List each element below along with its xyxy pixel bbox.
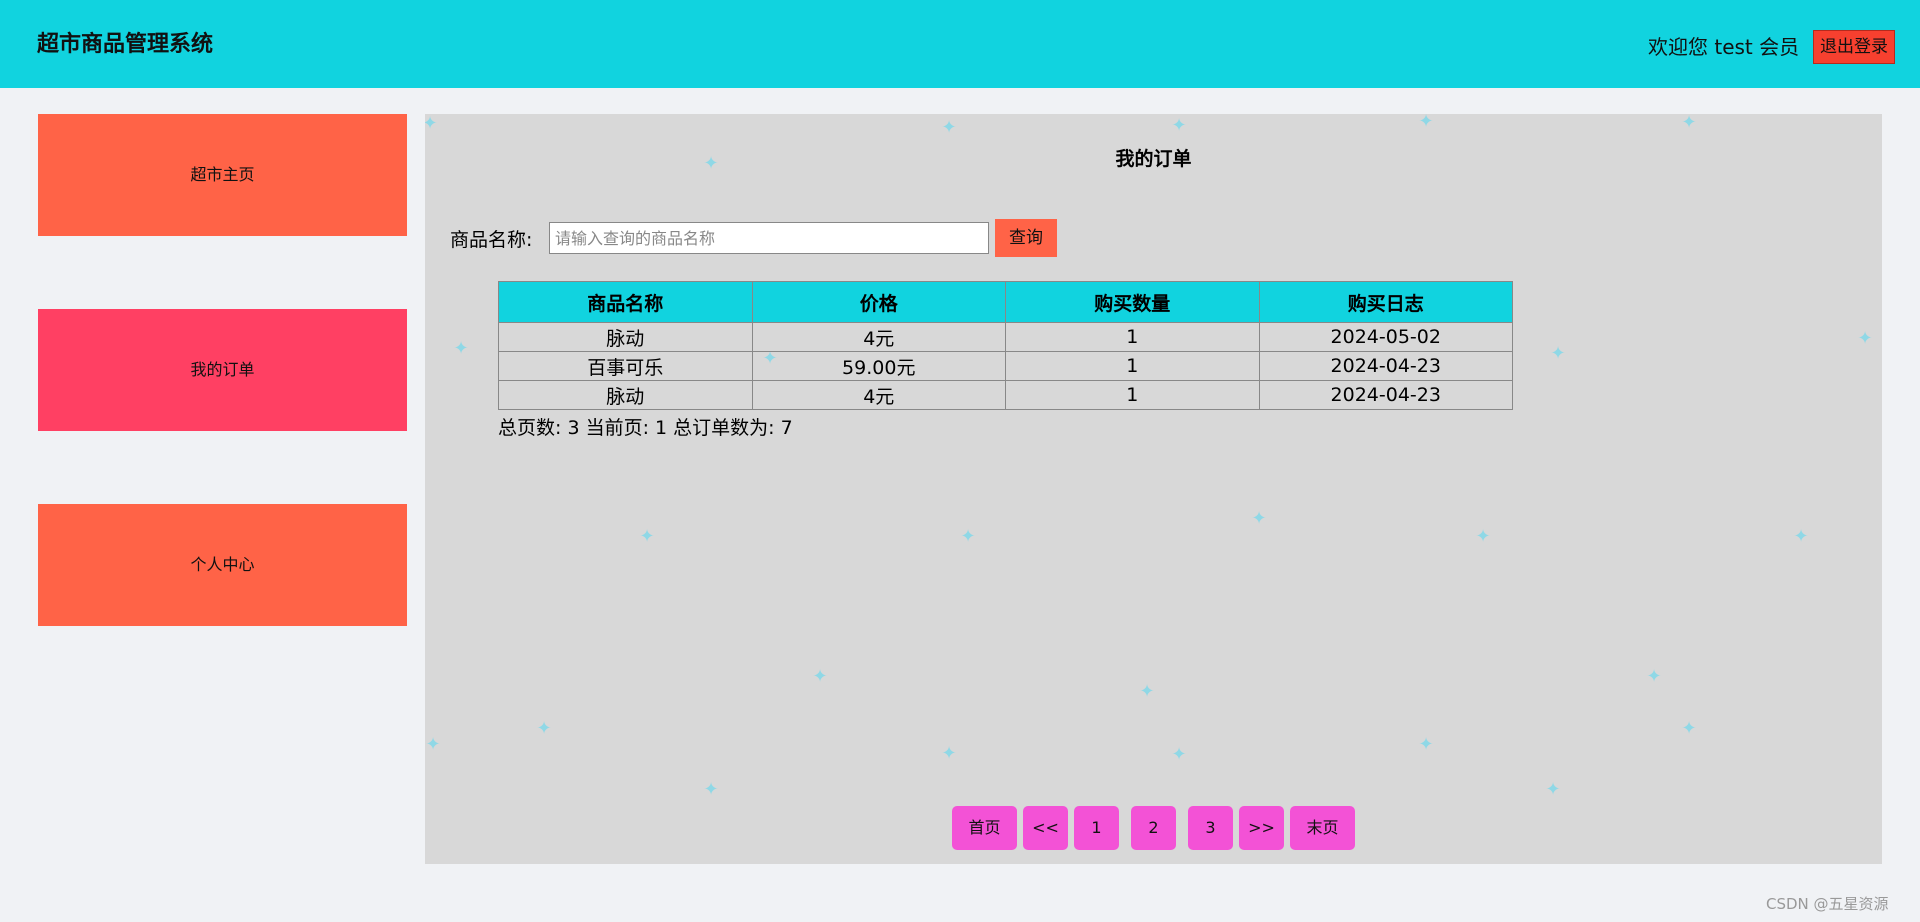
app-title: 超市商品管理系统 <box>37 32 214 57</box>
column-header: 商品名称 <box>498 281 753 323</box>
sparkle-icon: ✦ <box>536 718 552 739</box>
sidebar-item-home[interactable]: 超市主页 <box>38 114 407 236</box>
sparkle-icon: ✦ <box>812 666 828 687</box>
sparkle-icon: ✦ <box>1171 744 1187 765</box>
table-row: 百事可乐 59.00元 1 2024-04-23 <box>498 351 1513 381</box>
page-title: 我的订单 <box>1115 148 1192 170</box>
sparkle-icon: ✦ <box>941 743 957 764</box>
product-name-cell: 脉动 <box>498 380 753 410</box>
column-header: 购买日志 <box>1258 281 1513 323</box>
welcome-text: 欢迎您 test 会员 <box>1648 35 1800 59</box>
sparkle-icon: ✦ <box>639 526 655 547</box>
pagination-last-button[interactable]: 末页 <box>1290 806 1355 850</box>
pagination-page-1[interactable]: 1 <box>1074 806 1119 850</box>
watermark: CSDN @五星资源 <box>1766 895 1889 913</box>
orders-table: 商品名称 价格 购买数量 购买日志 脉动 4元 1 2024-05-02 百事可… <box>498 281 1513 410</box>
sparkle-icon: ✦ <box>703 779 719 800</box>
top-header: 超市商品管理系统 欢迎您 test 会员 退出登录 <box>0 0 1920 88</box>
price-cell: 4元 <box>751 380 1006 410</box>
main-content: ✦✦✦✦✦✦✦✦✦✦✦✦✦✦✦✦✦✦✦✦✦✦✦✦✦✦✦✦✦✦✦✦ 我的订单 商品… <box>425 114 1882 864</box>
sparkle-icon: ✦ <box>1251 508 1267 529</box>
pagination-summary: 总页数: 3 当前页: 1 总订单数为: 7 <box>498 417 793 439</box>
sparkle-icon: ✦ <box>1139 681 1155 702</box>
search-input[interactable] <box>549 222 989 254</box>
sidebar-item-profile[interactable]: 个人中心 <box>38 504 407 626</box>
quantity-cell: 1 <box>1005 351 1260 381</box>
sparkle-icon: ✦ <box>1545 779 1561 800</box>
product-name-cell: 脉动 <box>498 322 753 352</box>
sparkle-icon: ✦ <box>1550 343 1566 364</box>
column-header: 价格 <box>751 281 1006 323</box>
date-cell: 2024-05-02 <box>1258 322 1513 352</box>
pagination-first-button[interactable]: 首页 <box>952 806 1017 850</box>
table-row: 脉动 4元 1 2024-05-02 <box>498 322 1513 352</box>
date-cell: 2024-04-23 <box>1258 380 1513 410</box>
sparkle-icon: ✦ <box>1681 718 1697 739</box>
search-button[interactable]: 查询 <box>995 219 1057 257</box>
sparkle-icon: ✦ <box>1793 526 1809 547</box>
price-cell: 4元 <box>751 322 1006 352</box>
quantity-cell: 1 <box>1005 380 1260 410</box>
pagination-page-2[interactable]: 2 <box>1131 806 1176 850</box>
sparkle-icon: ✦ <box>960 526 976 547</box>
sparkle-icon: ✦ <box>1857 328 1873 349</box>
price-cell: 59.00元 <box>751 351 1006 381</box>
date-cell: 2024-04-23 <box>1258 351 1513 381</box>
sparkle-icon: ✦ <box>453 338 469 359</box>
pagination-next-button[interactable]: >> <box>1239 806 1284 850</box>
table-row: 脉动 4元 1 2024-04-23 <box>498 380 1513 410</box>
logout-button[interactable]: 退出登录 <box>1813 30 1895 64</box>
quantity-cell: 1 <box>1005 322 1260 352</box>
sparkle-icon: ✦ <box>425 734 441 755</box>
pagination-prev-button[interactable]: << <box>1023 806 1068 850</box>
column-header: 购买数量 <box>1005 281 1260 323</box>
sparkle-icon: ✦ <box>1646 666 1662 687</box>
sparkle-icon: ✦ <box>941 117 957 138</box>
product-name-cell: 百事可乐 <box>498 351 753 381</box>
sparkle-icon: ✦ <box>425 114 438 134</box>
pagination-page-3[interactable]: 3 <box>1188 806 1233 850</box>
sparkle-icon: ✦ <box>1475 526 1491 547</box>
sparkle-icon: ✦ <box>1171 115 1187 136</box>
sparkle-icon: ✦ <box>1418 114 1434 132</box>
search-label: 商品名称: <box>450 229 533 251</box>
table-header-row: 商品名称 价格 购买数量 购买日志 <box>498 281 1513 323</box>
sidebar-item-my-orders[interactable]: 我的订单 <box>38 309 407 431</box>
sparkle-icon: ✦ <box>1681 114 1697 133</box>
sparkle-icon: ✦ <box>1418 734 1434 755</box>
